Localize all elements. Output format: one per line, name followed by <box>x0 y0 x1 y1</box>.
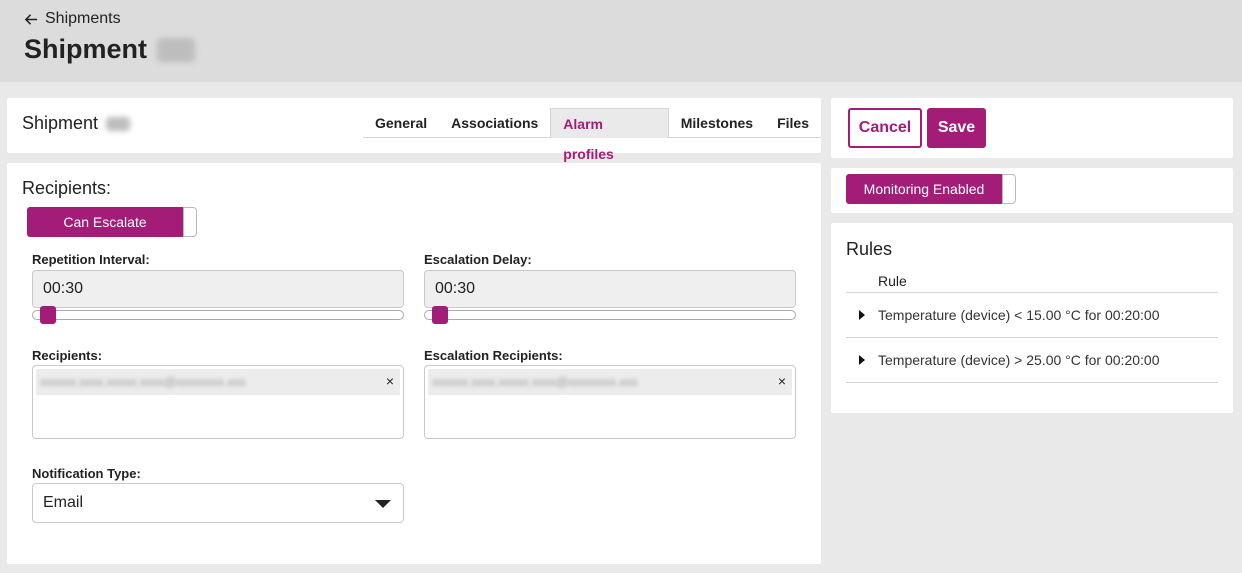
recipient-chip: xxxxxx.xxxx.xxxxx.xxxx@xxxxxxxx.xxx × <box>36 369 400 395</box>
shipment-subtitle: Shipment <box>22 113 131 134</box>
save-button[interactable]: Save <box>927 108 986 148</box>
rules-panel: Rules Rule Temperature (device) < 15.00 … <box>831 223 1233 413</box>
recipients-section-title: Recipients: <box>22 178 112 198</box>
escalation-recipients-input[interactable]: xxxxxx.xxxx.xxxxx.xxxx@xxxxxxxx.xxx × <box>424 365 796 439</box>
toggle-knob <box>1002 174 1016 204</box>
repetition-interval-slider[interactable] <box>32 306 404 324</box>
repetition-interval-slider-thumb[interactable] <box>40 306 56 324</box>
tab-milestones[interactable]: Milestones <box>669 108 765 138</box>
tab-files[interactable]: Files <box>765 108 821 138</box>
redacted-shipment-id <box>157 37 196 62</box>
remove-recipient-close-icon[interactable]: × <box>386 373 394 389</box>
alarm-profile-form: Recipients: Can Escalate Repetition Inte… <box>7 163 821 564</box>
rule-row[interactable]: Temperature (device) < 15.00 °C for 00:2… <box>846 293 1218 338</box>
monitoring-enabled-toggle[interactable]: Monitoring Enabled <box>846 174 1016 204</box>
shipment-header-panel: Shipment General Associations Alarm prof… <box>7 98 821 162</box>
rule-text: Temperature (device) < 15.00 °C for 00:2… <box>878 307 1160 323</box>
rule-text: Temperature (device) > 25.00 °C for 00:2… <box>878 352 1160 368</box>
rules-column-header: Rule <box>846 273 1218 293</box>
notification-type-value: Email <box>43 494 84 511</box>
top-bar: Shipments Shipment <box>0 0 1242 82</box>
escalation-recipient-chip: xxxxxx.xxxx.xxxxx.xxxx@xxxxxxxx.xxx × <box>428 369 792 395</box>
can-escalate-toggle[interactable]: Can Escalate <box>27 207 197 237</box>
escalation-delay-label: Escalation Delay: <box>424 252 532 267</box>
shipment-subtitle-text: Shipment <box>22 113 99 133</box>
escalation-delay-input[interactable]: 00:30 <box>424 270 796 308</box>
repetition-interval-label: Repetition Interval: <box>32 252 150 267</box>
chevron-down-icon <box>375 500 391 508</box>
toggle-knob <box>183 207 197 237</box>
repetition-interval-input[interactable]: 00:30 <box>32 270 404 308</box>
remove-escalation-recipient-close-icon[interactable]: × <box>778 373 786 389</box>
monitoring-enabled-label: Monitoring Enabled <box>846 174 1002 204</box>
page-title: Shipment <box>24 34 196 65</box>
tab-alarm-profiles[interactable]: Alarm profiles <box>550 108 669 162</box>
monitoring-panel: Monitoring Enabled <box>831 168 1233 213</box>
escalation-delay-slider[interactable] <box>424 306 796 324</box>
back-to-shipments-link[interactable]: Shipments <box>24 10 121 28</box>
redacted-email: xxxxxx.xxxx.xxxxx.xxxx@xxxxxxxx.xxx <box>432 375 638 389</box>
notification-type-select[interactable]: Email <box>32 483 404 523</box>
rules-table: Rule Temperature (device) < 15.00 °C for… <box>846 273 1218 383</box>
escalation-delay-slider-thumb[interactable] <box>432 306 448 324</box>
expand-triangle-icon[interactable] <box>846 310 878 320</box>
recipients-input[interactable]: xxxxxx.xxxx.xxxxx.xxxx@xxxxxxxx.xxx × <box>32 365 404 439</box>
tab-bar: General Associations Alarm profiles Mile… <box>363 108 821 162</box>
notification-type-label: Notification Type: <box>32 466 141 481</box>
recipients-label: Recipients: <box>32 348 103 363</box>
rules-title: Rules <box>846 239 893 259</box>
tab-general[interactable]: General <box>363 108 439 138</box>
redacted-email: xxxxxx.xxxx.xxxxx.xxxx@xxxxxxxx.xxx <box>40 375 246 389</box>
rule-row[interactable]: Temperature (device) > 25.00 °C for 00:2… <box>846 338 1218 383</box>
page-title-text: Shipment <box>24 34 148 64</box>
arrow-left-icon <box>24 13 38 25</box>
tab-associations[interactable]: Associations <box>439 108 550 138</box>
expand-triangle-icon[interactable] <box>846 355 878 365</box>
can-escalate-label: Can Escalate <box>27 207 183 237</box>
redacted-shipment-id <box>106 116 131 131</box>
cancel-button[interactable]: Cancel <box>848 108 922 148</box>
actions-panel: Cancel Save <box>831 98 1233 158</box>
back-link-label: Shipments <box>45 10 121 27</box>
escalation-recipients-label: Escalation Recipients: <box>424 348 563 363</box>
